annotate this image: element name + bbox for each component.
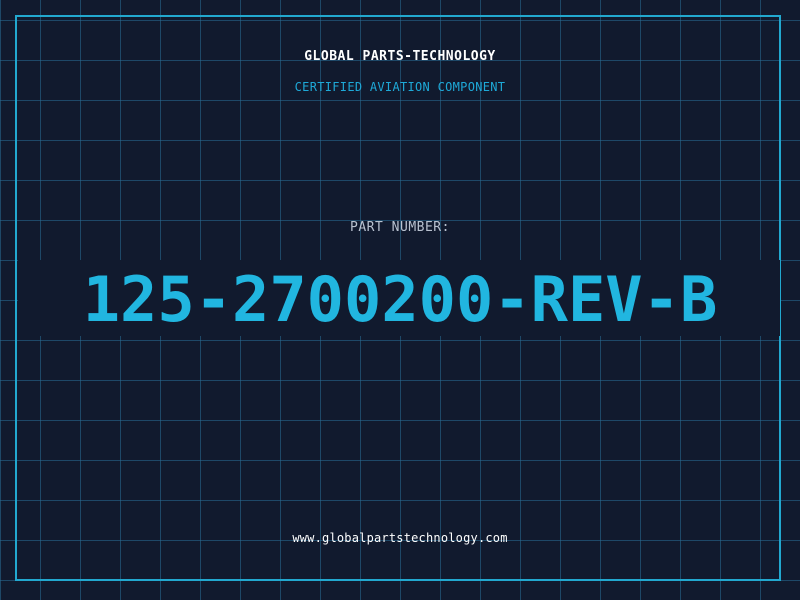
part-number-label: PART NUMBER: (350, 220, 450, 235)
part-number-value: 125-2700200-REV-B (82, 263, 718, 336)
website-link[interactable]: www.globalpartstechnology.com (0, 531, 800, 545)
certification-tagline: CERTIFIED AVIATION COMPONENT (294, 80, 506, 94)
company-name: GLOBAL PARTS-TECHNOLOGY (304, 49, 496, 64)
